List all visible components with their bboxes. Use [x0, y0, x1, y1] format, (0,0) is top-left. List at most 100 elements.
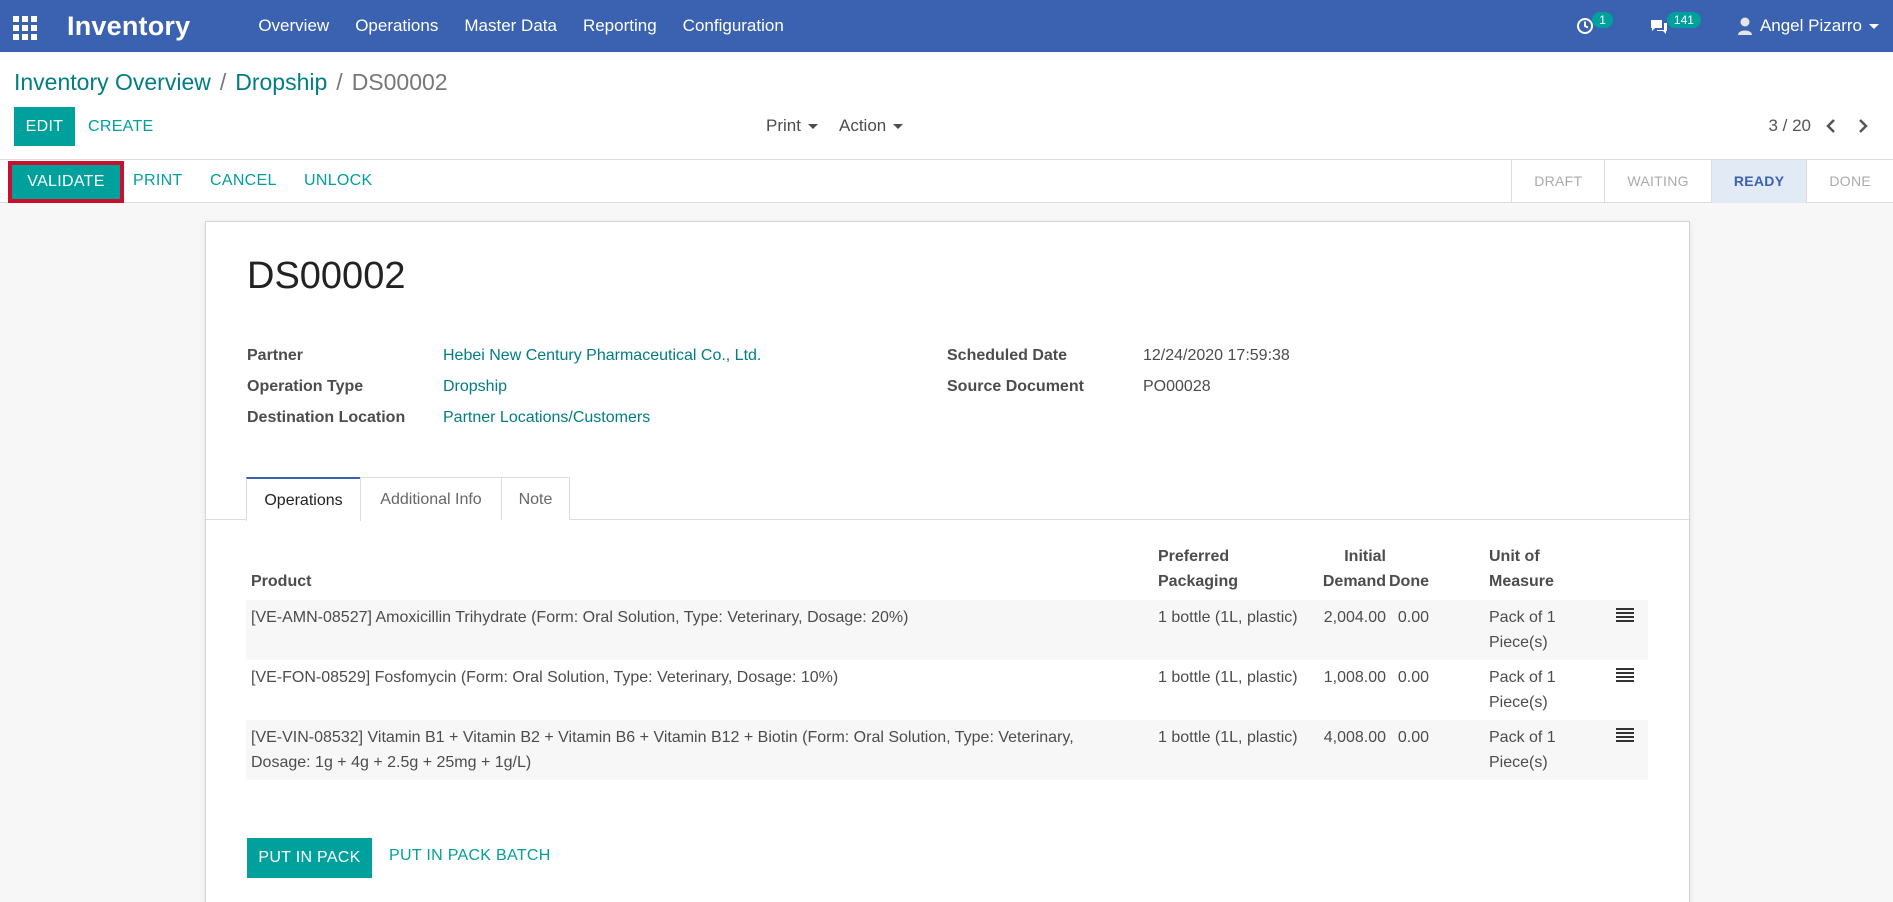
- row-packaging: 1 bottle (1L, plastic): [1158, 669, 1298, 686]
- menu-item-operations[interactable]: Operations: [355, 16, 438, 36]
- put-in-pack-button[interactable]: PUT IN PACK: [247, 838, 372, 878]
- column-done[interactable]: Done: [1389, 569, 1429, 594]
- destination-location-link[interactable]: Partner Locations/Customers: [443, 409, 650, 427]
- row-packaging: 1 bottle (1L, plastic): [1158, 609, 1298, 626]
- tab-note[interactable]: Note: [501, 477, 570, 520]
- operation-type-link[interactable]: Dropship: [443, 378, 507, 396]
- systray: 1 141 Angel Pizarro: [1576, 0, 1893, 52]
- row-uom-line2: Piece(s): [1489, 754, 1548, 771]
- row-uom-line2: Piece(s): [1489, 634, 1548, 651]
- menu-item-reporting[interactable]: Reporting: [583, 16, 657, 36]
- breadcrumb: Inventory Overview / Dropship / DS00002: [14, 69, 448, 96]
- breadcrumb-separator: /: [336, 69, 343, 95]
- column-unit-of-measure[interactable]: Unit of Measure: [1489, 544, 1554, 594]
- form-statusbar: VALIDATE PRINT CANCEL UNLOCK DRAFT WAITI…: [0, 160, 1893, 203]
- row-done: 0.00: [1397, 669, 1429, 686]
- activity-menu[interactable]: 1: [1576, 12, 1613, 35]
- stage-ready: READY: [1710, 160, 1807, 203]
- control-panel: Inventory Overview / Dropship / DS00002 …: [0, 52, 1893, 160]
- print-dropdown[interactable]: Print: [766, 116, 818, 136]
- row-uom: Pack of 1 Piece(s): [1489, 605, 1556, 655]
- table-row[interactable]: [VE-VIN-08532] Vitamin B1 + Vitamin B2 +…: [246, 720, 1648, 780]
- column-initial-demand[interactable]: Initial Demand: [1296, 544, 1386, 594]
- column-initial-demand-line2: Demand: [1322, 573, 1386, 590]
- breadcrumb-separator: /: [219, 69, 227, 95]
- table-row[interactable]: [VE-FON-08529] Fosfomycin (Form: Oral So…: [246, 660, 1648, 720]
- menu-item-configuration[interactable]: Configuration: [683, 16, 784, 36]
- menu-item-overview[interactable]: Overview: [258, 16, 329, 36]
- row-done: 0.00: [1397, 609, 1429, 626]
- validate-highlight: VALIDATE: [8, 161, 124, 203]
- detailed-operations-icon[interactable]: [1616, 608, 1634, 622]
- scheduled-date-value: 12/24/2020 17:59:38: [1143, 347, 1290, 364]
- column-preferred-packaging-line1: Preferred: [1158, 548, 1230, 565]
- row-initial-demand: 1,008.00: [1323, 669, 1386, 686]
- stage-waiting: WAITING: [1604, 160, 1710, 203]
- pager-previous-button[interactable]: [1819, 116, 1843, 136]
- messaging-menu[interactable]: 141: [1649, 12, 1701, 35]
- source-document-value: PO00028: [1143, 378, 1211, 395]
- app-title[interactable]: Inventory: [67, 11, 190, 42]
- column-preferred-packaging-line2: Packaging: [1158, 573, 1239, 590]
- message-count-badge: 141: [1666, 12, 1701, 28]
- row-product-line2: Dosage: 1g + 4g + 2.5g + 25mg + 1g/L): [251, 754, 532, 771]
- pager-next-button[interactable]: [1851, 116, 1875, 136]
- record-title: DS00002: [247, 255, 406, 297]
- pager: 3 / 20: [1768, 116, 1875, 136]
- activity-count-badge: 1: [1592, 12, 1613, 28]
- menu-item-master-data[interactable]: Master Data: [464, 16, 557, 36]
- notebook-tabs: Operations Additional Info Note: [206, 477, 1691, 521]
- breadcrumb-inventory-overview[interactable]: Inventory Overview: [14, 69, 211, 96]
- stage-done: DONE: [1806, 160, 1893, 203]
- row-done: 0.00: [1397, 729, 1429, 746]
- column-product[interactable]: Product: [251, 569, 311, 594]
- pager-value[interactable]: 3 / 20: [1768, 116, 1811, 136]
- row-uom-line1: Pack of 1: [1489, 609, 1556, 626]
- apps-menu-icon[interactable]: [13, 16, 39, 40]
- create-button[interactable]: CREATE: [88, 107, 154, 146]
- main-menu: Overview Operations Master Data Reportin…: [258, 16, 809, 36]
- row-product: [VE-VIN-08532] Vitamin B1 + Vitamin B2 +…: [251, 725, 1074, 775]
- source-document-label: Source Document: [947, 378, 1084, 395]
- row-uom-line1: Pack of 1: [1489, 729, 1556, 746]
- status-stages: DRAFT WAITING READY DONE: [1511, 160, 1893, 203]
- edit-button[interactable]: EDIT: [14, 107, 75, 146]
- row-uom: Pack of 1 Piece(s): [1489, 665, 1556, 715]
- breadcrumb-current: DS00002: [351, 69, 448, 95]
- scheduled-date-label: Scheduled Date: [947, 347, 1068, 364]
- top-navbar: Inventory Overview Operations Master Dat…: [0, 0, 1893, 52]
- unlock-button[interactable]: UNLOCK: [304, 172, 372, 190]
- chat-icon: [1650, 19, 1667, 34]
- row-initial-demand: 2,004.00: [1323, 609, 1386, 626]
- cancel-button[interactable]: CANCEL: [210, 172, 277, 190]
- form-sheet: DS00002 Partner Hebei New Century Pharma…: [205, 221, 1691, 902]
- chevron-down-icon: [1869, 23, 1879, 29]
- put-in-pack-batch-button[interactable]: PUT IN PACK BATCH: [389, 847, 551, 865]
- table-row[interactable]: [VE-AMN-08527] Amoxicillin Trihydrate (F…: [246, 600, 1648, 660]
- column-preferred-packaging[interactable]: Preferred Packaging: [1158, 544, 1238, 594]
- user-avatar-icon: [1737, 17, 1752, 35]
- partner-link[interactable]: Hebei New Century Pharmaceutical Co., Lt…: [443, 347, 761, 365]
- chevron-down-icon: [893, 124, 904, 130]
- detailed-operations-icon[interactable]: [1616, 728, 1634, 742]
- row-uom-line2: Piece(s): [1489, 694, 1548, 711]
- destination-location-label: Destination Location: [247, 409, 406, 426]
- tab-operations[interactable]: Operations: [246, 477, 361, 521]
- operation-type-label: Operation Type: [247, 378, 364, 395]
- action-dropdown-label: Action: [839, 116, 887, 135]
- stage-draft: DRAFT: [1511, 160, 1604, 203]
- action-dropdown[interactable]: Action: [839, 116, 904, 136]
- detailed-operations-icon[interactable]: [1616, 668, 1634, 682]
- row-initial-demand: 4,008.00: [1323, 729, 1386, 746]
- row-uom: Pack of 1 Piece(s): [1489, 725, 1556, 775]
- tab-additional-info[interactable]: Additional Info: [360, 477, 502, 520]
- partner-label: Partner: [247, 347, 304, 364]
- validate-button[interactable]: VALIDATE: [12, 165, 120, 199]
- row-uom-line1: Pack of 1: [1489, 669, 1556, 686]
- breadcrumb-dropship[interactable]: Dropship: [235, 69, 327, 96]
- row-product: [VE-AMN-08527] Amoxicillin Trihydrate (F…: [251, 609, 909, 626]
- row-packaging: 1 bottle (1L, plastic): [1158, 729, 1298, 746]
- user-menu[interactable]: Angel Pizarro: [1737, 16, 1879, 36]
- column-initial-demand-line1: Initial: [1344, 548, 1386, 565]
- print-button[interactable]: PRINT: [133, 172, 183, 190]
